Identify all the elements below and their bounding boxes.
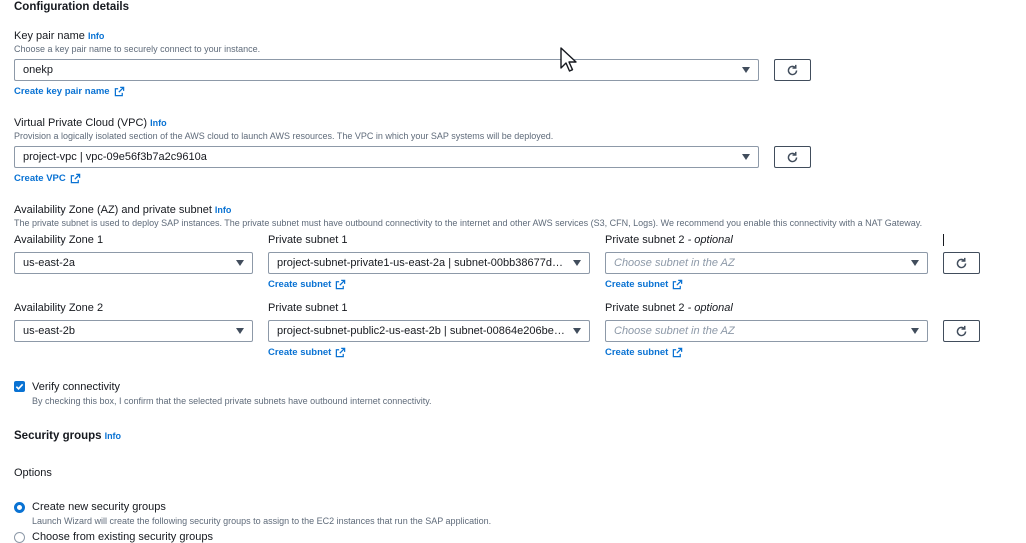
az2-label: Availability Zone 2: [14, 302, 104, 314]
az-label-text: Availability Zone (AZ) and private subne…: [14, 204, 212, 216]
az1-subnet1-value: project-subnet-private1-us-east-2a | sub…: [277, 257, 565, 269]
az2-create-subnet1-link[interactable]: Create subnet: [268, 347, 346, 358]
external-link-icon: [673, 279, 683, 290]
create-subnet-text: Create subnet: [268, 347, 332, 358]
external-link-icon: [673, 347, 683, 358]
az1-label: Availability Zone 1: [14, 234, 104, 246]
refresh-icon: [787, 151, 798, 162]
verify-connectivity-description: By checking this box, I confirm that the…: [32, 396, 432, 406]
az2-select[interactable]: us-east-2b: [14, 320, 253, 342]
az1-subnet2-select[interactable]: Choose subnet in the AZ: [605, 252, 928, 274]
az2-subnet2-label: Private subnet 2 - optional: [605, 302, 733, 314]
checkmark-icon: [15, 383, 24, 391]
keypair-description: Choose a key pair name to securely conne…: [14, 44, 261, 54]
az2-subnet2-label-text: Private subnet 2: [605, 302, 685, 314]
verify-connectivity-checkbox[interactable]: [14, 381, 25, 392]
refresh-icon: [956, 325, 967, 336]
vpc-label-text: Virtual Private Cloud (VPC): [14, 117, 148, 129]
vpc-select-value: project-vpc | vpc-09e56f3b7a2c9610a: [23, 151, 207, 163]
choose-existing-security-groups-label[interactable]: Choose from existing security groups: [32, 531, 213, 543]
vpc-info-link[interactable]: Info: [150, 118, 167, 128]
external-link-icon: [70, 173, 80, 184]
caret-down-icon: [236, 328, 244, 334]
az2-subnet1-label: Private subnet 1: [268, 302, 348, 314]
az-description: The private subnet is used to deploy SAP…: [14, 218, 923, 228]
az1-subnet2-label-text: Private subnet 2: [605, 234, 685, 246]
create-new-security-groups-label[interactable]: Create new security groups: [32, 501, 166, 513]
create-subnet-text: Create subnet: [605, 279, 669, 290]
refresh-icon: [956, 257, 967, 268]
az1-select-value: us-east-2a: [23, 257, 75, 269]
az2-select-value: us-east-2b: [23, 325, 75, 337]
az1-subnet2-label: Private subnet 2 - optional: [605, 234, 733, 246]
az1-subnet2-placeholder: Choose subnet in the AZ: [614, 257, 735, 269]
create-subnet-text: Create subnet: [268, 279, 332, 290]
az1-select[interactable]: us-east-2a: [14, 252, 253, 274]
choose-existing-security-groups-radio[interactable]: [14, 532, 25, 543]
options-label: Options: [14, 467, 52, 479]
security-groups-info-link[interactable]: Info: [105, 431, 122, 441]
vpc-label: Virtual Private Cloud (VPC) Info: [14, 117, 167, 129]
caret-down-icon: [911, 328, 919, 334]
az-info-link[interactable]: Info: [215, 205, 232, 215]
caret-down-icon: [236, 260, 244, 266]
vpc-description: Provision a logically isolated section o…: [14, 131, 554, 141]
keypair-refresh-button[interactable]: [774, 59, 811, 81]
keypair-select[interactable]: onekp: [14, 59, 759, 81]
keypair-info-link[interactable]: Info: [88, 31, 105, 41]
caret-down-icon: [742, 67, 750, 73]
create-keypair-link-text: Create key pair name: [14, 86, 110, 97]
az2-subnet1-select[interactable]: project-subnet-public2-us-east-2b | subn…: [268, 320, 590, 342]
security-groups-heading: Security groups Info: [14, 430, 121, 442]
refresh-icon: [787, 64, 798, 75]
security-groups-title: Security groups: [14, 430, 102, 442]
create-new-security-groups-radio[interactable]: [14, 502, 25, 513]
az2-create-subnet2-link[interactable]: Create subnet: [605, 347, 683, 358]
external-link-icon: [336, 279, 346, 290]
create-subnet-text: Create subnet: [605, 347, 669, 358]
az1-refresh-button[interactable]: [943, 252, 980, 274]
az1-create-subnet1-link[interactable]: Create subnet: [268, 279, 346, 290]
az-label: Availability Zone (AZ) and private subne…: [14, 204, 231, 216]
az1-subnet1-select[interactable]: project-subnet-private1-us-east-2a | sub…: [268, 252, 590, 274]
az2-subnet2-placeholder: Choose subnet in the AZ: [614, 325, 735, 337]
create-new-security-groups-description: Launch Wizard will create the following …: [32, 516, 492, 526]
create-vpc-link[interactable]: Create VPC: [14, 173, 81, 184]
caret-down-icon: [573, 328, 581, 334]
mouse-cursor-icon: [560, 47, 577, 72]
caret-down-icon: [573, 260, 581, 266]
external-link-icon: [114, 86, 124, 97]
az2-subnet1-value: project-subnet-public2-us-east-2b | subn…: [277, 325, 565, 337]
az1-create-subnet2-link[interactable]: Create subnet: [605, 279, 683, 290]
create-vpc-link-text: Create VPC: [14, 173, 66, 184]
caret-down-icon: [911, 260, 919, 266]
text-caret: [943, 234, 944, 246]
vpc-select[interactable]: project-vpc | vpc-09e56f3b7a2c9610a: [14, 146, 759, 168]
optional-text: - optional: [687, 302, 733, 314]
optional-text: - optional: [687, 234, 733, 246]
verify-connectivity-label[interactable]: Verify connectivity: [32, 381, 120, 393]
section-title-configuration: Configuration details: [14, 1, 129, 13]
keypair-label: Key pair name Info: [14, 30, 104, 42]
az2-refresh-button[interactable]: [943, 320, 980, 342]
external-link-icon: [336, 347, 346, 358]
az2-subnet2-select[interactable]: Choose subnet in the AZ: [605, 320, 928, 342]
caret-down-icon: [742, 154, 750, 160]
az1-subnet1-label: Private subnet 1: [268, 234, 348, 246]
vpc-refresh-button[interactable]: [774, 146, 811, 168]
create-keypair-link[interactable]: Create key pair name: [14, 86, 125, 97]
keypair-label-text: Key pair name: [14, 30, 85, 42]
keypair-select-value: onekp: [23, 64, 53, 76]
